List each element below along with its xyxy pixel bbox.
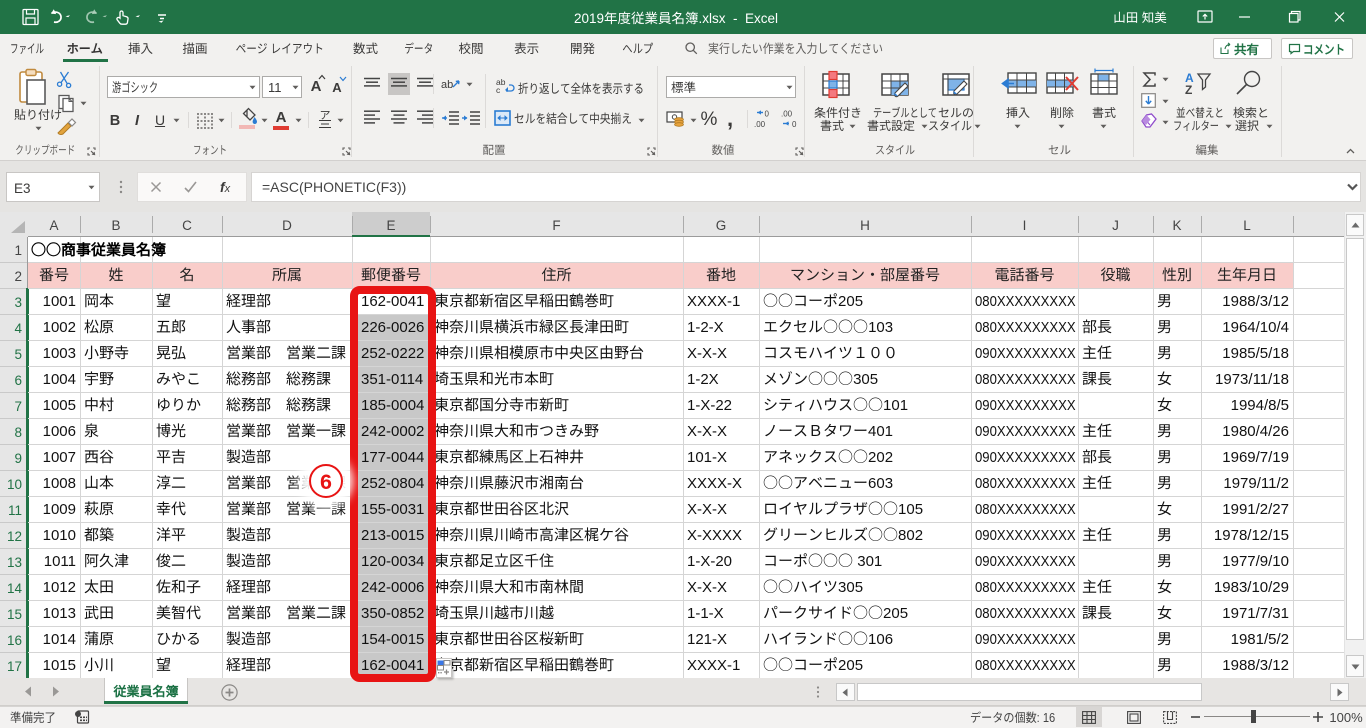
svg-text:.00: .00 [781, 110, 793, 119]
svg-text:0: 0 [765, 110, 770, 119]
svg-text:0: 0 [792, 120, 797, 129]
svg-text:Z: Z [1185, 83, 1192, 97]
svg-text:.00: .00 [754, 120, 766, 129]
svg-text:ab: ab [441, 79, 453, 91]
